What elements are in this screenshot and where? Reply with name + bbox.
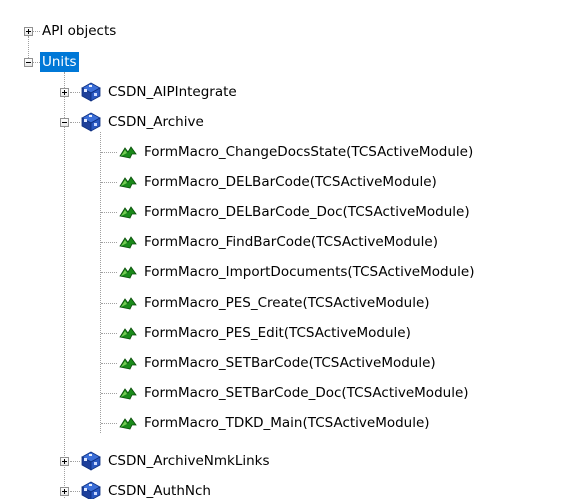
tree-node-macro[interactable]: FormMacro_SETBarCode_Doc(TCSActiveModule… <box>0 380 571 406</box>
tree-node-label: FormMacro_SETBarCode_Doc(TCSActiveModule… <box>144 385 469 401</box>
tree-node-macro[interactable]: FormMacro_DELBarCode_Doc(TCSActiveModule… <box>0 199 571 225</box>
tree-node-api-objects[interactable]: API objects <box>0 18 571 44</box>
tree-node-label: CSDN_AIPIntegrate <box>108 84 237 100</box>
tree-node-label: FormMacro_TDKD_Main(TCSActiveModule) <box>144 415 430 431</box>
tree-node-label: FormMacro_SETBarCode(TCSActiveModule) <box>144 355 436 371</box>
macro-arrow-icon <box>119 357 137 370</box>
tree-node-units[interactable]: Units <box>0 49 571 75</box>
collapse-minus-icon[interactable] <box>24 58 33 67</box>
expand-plus-icon[interactable] <box>60 487 69 496</box>
unit-cube-icon <box>81 82 101 102</box>
macro-arrow-icon <box>119 146 137 159</box>
tree-line <box>101 272 117 273</box>
macro-arrow-icon <box>119 297 137 310</box>
tree-node-unit[interactable]: CSDN_AIPIntegrate <box>0 79 571 105</box>
tree-node-macro[interactable]: FormMacro_ImportDocuments(TCSActiveModul… <box>0 259 571 285</box>
tree-node-label: Units <box>40 52 79 72</box>
macro-arrow-icon <box>119 236 137 249</box>
tree-line <box>101 363 117 364</box>
tree-line <box>101 242 117 243</box>
tree-node-label: API objects <box>42 23 117 39</box>
macro-arrow-icon <box>119 327 137 340</box>
unit-cube-icon <box>81 481 101 499</box>
tree-node-macro[interactable]: FormMacro_ChangeDocsState(TCSActiveModul… <box>0 139 571 165</box>
macro-arrow-icon <box>119 266 137 279</box>
tree-node-unit[interactable]: CSDN_AuthNch <box>0 478 571 499</box>
tree-node-macro[interactable]: FormMacro_DELBarCode(TCSActiveModule) <box>0 169 571 195</box>
tree-node-label: CSDN_Archive <box>108 114 204 130</box>
tree-line <box>101 152 117 153</box>
tree-node-label: FormMacro_ImportDocuments(TCSActiveModul… <box>144 264 475 280</box>
tree-line <box>101 303 117 304</box>
tree-node-label: FormMacro_PES_Edit(TCSActiveModule) <box>144 325 411 341</box>
tree-node-macro[interactable]: FormMacro_FindBarCode(TCSActiveModule) <box>0 229 571 255</box>
macro-arrow-icon <box>119 206 137 219</box>
tree-node-label: FormMacro_DELBarCode(TCSActiveModule) <box>144 174 437 190</box>
tree-node-label: FormMacro_ChangeDocsState(TCSActiveModul… <box>144 144 474 160</box>
tree-line <box>101 423 117 424</box>
tree-node-label: CSDN_AuthNch <box>108 483 211 499</box>
tree-node-label: FormMacro_PES_Create(TCSActiveModule) <box>144 295 430 311</box>
tree-node-unit[interactable]: CSDN_Archive <box>0 109 571 135</box>
macro-arrow-icon <box>119 176 137 189</box>
units-tree-view[interactable]: API objects Units CSDN_AIPIntegrate CSDN… <box>0 0 571 499</box>
unit-cube-icon <box>81 451 101 471</box>
tree-node-label: FormMacro_FindBarCode(TCSActiveModule) <box>144 234 439 250</box>
expand-plus-icon[interactable] <box>24 27 33 36</box>
unit-cube-icon <box>81 112 101 132</box>
tree-node-label: CSDN_ArchiveNmkLinks <box>108 453 270 469</box>
macro-arrow-icon <box>119 417 137 430</box>
tree-line <box>101 182 117 183</box>
tree-line <box>101 333 117 334</box>
tree-node-macro[interactable]: FormMacro_PES_Edit(TCSActiveModule) <box>0 320 571 346</box>
expand-plus-icon[interactable] <box>60 457 69 466</box>
tree-node-label: FormMacro_DELBarCode_Doc(TCSActiveModule… <box>144 204 470 220</box>
collapse-minus-icon[interactable] <box>60 118 69 127</box>
tree-node-macro[interactable]: FormMacro_SETBarCode(TCSActiveModule) <box>0 350 571 376</box>
expand-plus-icon[interactable] <box>60 88 69 97</box>
tree-node-macro[interactable]: FormMacro_PES_Create(TCSActiveModule) <box>0 290 571 316</box>
tree-node-unit[interactable]: CSDN_ArchiveNmkLinks <box>0 448 571 474</box>
macro-arrow-icon <box>119 387 137 400</box>
tree-line <box>101 393 117 394</box>
tree-line <box>101 212 117 213</box>
tree-node-macro[interactable]: FormMacro_TDKD_Main(TCSActiveModule) <box>0 410 571 436</box>
